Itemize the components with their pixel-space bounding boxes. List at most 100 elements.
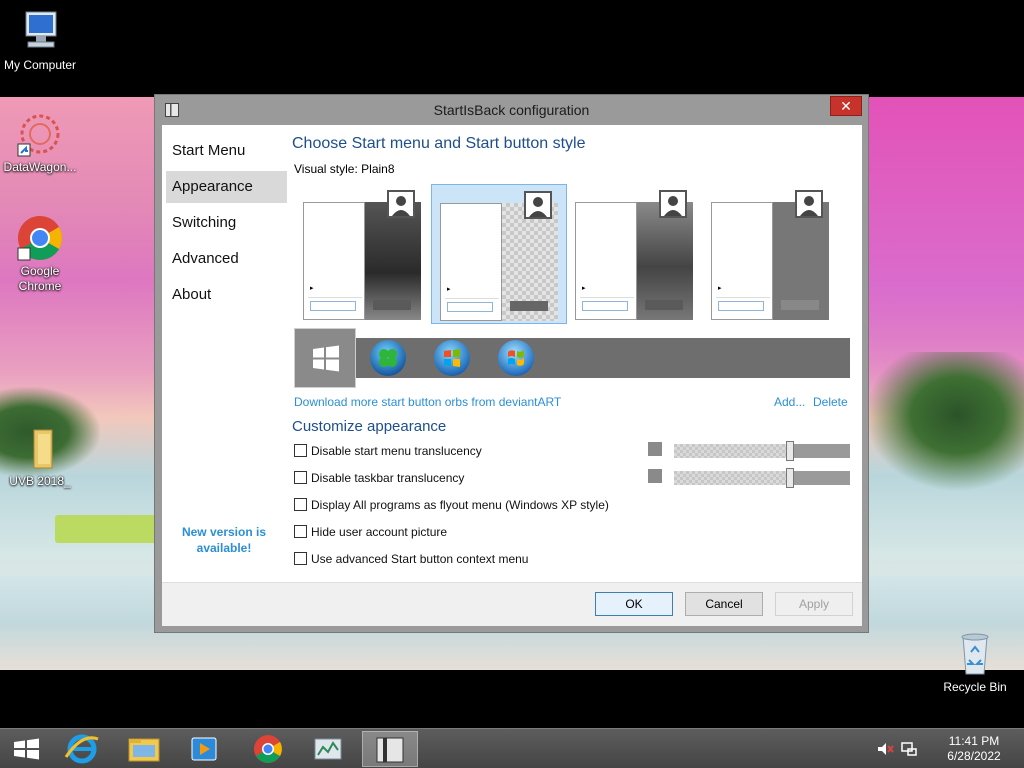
datawagon-icon: [16, 110, 64, 158]
startisback-config-window: StartIsBack configuration ✕ Start Menu A…: [154, 94, 869, 633]
startisback-icon: [376, 737, 404, 763]
desktop-icon-label: My Computer: [3, 58, 77, 72]
chrome-icon: [254, 735, 282, 763]
taskbar-media-player[interactable]: [176, 731, 232, 767]
cancel-button[interactable]: Cancel: [685, 592, 763, 616]
add-orb-link[interactable]: Add...: [774, 395, 805, 409]
taskbar-task-manager[interactable]: [300, 731, 356, 767]
nav-item-about[interactable]: About: [166, 279, 287, 311]
download-orbs-link[interactable]: Download more start button orbs from dev…: [294, 395, 561, 409]
taskbar-startisback-config[interactable]: [362, 731, 418, 767]
ok-button[interactable]: OK: [595, 592, 673, 616]
system-tray: 11:41 PM 6/28/2022: [878, 729, 1024, 768]
option-label: Hide user account picture: [311, 525, 448, 539]
volume-muted-icon[interactable]: [876, 740, 894, 758]
clock-time: 11:41 PM: [948, 734, 1000, 748]
taskbar-file-explorer[interactable]: [116, 731, 172, 767]
windows-logo-icon: [313, 345, 339, 372]
taskbar-translucency-slider[interactable]: [648, 468, 850, 488]
checkbox[interactable]: [294, 444, 307, 457]
dialog-client: Start Menu Appearance Switching Advanced…: [162, 125, 862, 626]
option-hide-user-picture[interactable]: Hide user account picture: [294, 525, 447, 539]
desktop-icon-uvb-folder[interactable]: UVB 2018_: [0, 424, 80, 489]
apply-button[interactable]: Apply: [775, 592, 853, 616]
user-avatar-icon: [387, 190, 415, 218]
option-disable-taskbar-translucency[interactable]: Disable taskbar translucency: [294, 471, 464, 485]
user-avatar-icon: [524, 191, 552, 219]
task-manager-icon: [314, 738, 342, 760]
user-avatar-icon: [659, 190, 687, 218]
checkbox[interactable]: [294, 525, 307, 538]
style-thumbnail[interactable]: ▸: [703, 184, 839, 324]
option-disable-start-menu-translucency[interactable]: Disable start menu translucency: [294, 444, 482, 458]
style-thumbnail[interactable]: ▸: [567, 184, 703, 324]
close-button[interactable]: ✕: [830, 96, 862, 116]
style-thumbnail-selected[interactable]: ▸: [431, 184, 567, 324]
orb-windows7[interactable]: [434, 340, 470, 376]
folder-icon: [16, 424, 64, 472]
option-all-programs-flyout[interactable]: Display All programs as flyout menu (Win…: [294, 498, 609, 512]
desktop-icon-chrome[interactable]: Google Chrome: [0, 214, 80, 294]
windows-flag-icon: [508, 350, 524, 366]
checkbox[interactable]: [294, 498, 307, 511]
option-label: Disable start menu translucency: [311, 444, 482, 458]
customize-heading: Customize appearance: [292, 418, 447, 435]
nav-item-appearance[interactable]: Appearance: [166, 171, 287, 203]
option-label: Use advanced Start button context menu: [311, 552, 529, 566]
desktop-icon-label: UVB 2018_: [9, 474, 71, 488]
media-player-icon: [191, 737, 217, 761]
new-version-link[interactable]: New version is available!: [172, 524, 276, 556]
nav-item-start-menu[interactable]: Start Menu: [166, 135, 287, 167]
nav-item-advanced[interactable]: Advanced: [166, 243, 287, 275]
recycle-bin-icon: [951, 630, 999, 678]
internet-explorer-icon: [64, 734, 99, 764]
clock[interactable]: 11:41 PM 6/28/2022: [942, 734, 1006, 764]
taskbar-internet-explorer[interactable]: [54, 731, 110, 767]
chrome-icon: [16, 214, 64, 262]
dialog-footer: OK Cancel Apply: [162, 582, 862, 626]
checkbox[interactable]: [294, 471, 307, 484]
start-menu-translucency-slider[interactable]: [648, 441, 850, 461]
orb-clover[interactable]: [370, 340, 406, 376]
user-avatar-icon: [795, 190, 823, 218]
clover-icon: [379, 349, 397, 367]
desktop: My Computer DataWagon... Google Chrome U…: [0, 0, 1024, 728]
desktop-icon-label: Google Chrome: [18, 264, 62, 293]
windows-logo-icon: [14, 738, 39, 760]
window-title: StartIsBack configuration: [433, 102, 590, 118]
windows-flag-icon: [444, 349, 460, 367]
taskbar: 11:41 PM 6/28/2022: [0, 728, 1024, 768]
visual-style-label: Visual style:: [294, 162, 358, 176]
checkbox[interactable]: [294, 552, 307, 565]
slider-thumb[interactable]: [786, 468, 794, 488]
option-label: Display All programs as flyout menu (Win…: [311, 498, 609, 512]
option-label: Disable taskbar translucency: [311, 471, 465, 485]
desktop-icon-datawagon[interactable]: DataWagon...: [0, 110, 80, 175]
side-nav: Start Menu Appearance Switching Advanced…: [162, 125, 287, 581]
title-bar[interactable]: StartIsBack configuration ✕: [155, 95, 868, 125]
desktop-icon-recycle-bin[interactable]: Recycle Bin: [935, 630, 1015, 695]
network-icon[interactable]: [900, 740, 918, 758]
style-thumbnail[interactable]: ▸: [295, 184, 431, 324]
orb-windows7-glass[interactable]: [498, 340, 534, 376]
option-advanced-context-menu[interactable]: Use advanced Start button context menu: [294, 552, 528, 566]
computer-icon: [16, 8, 64, 56]
desktop-icon-my-computer[interactable]: My Computer: [0, 8, 80, 73]
color-swatch[interactable]: [648, 442, 662, 456]
slider-thumb[interactable]: [786, 441, 794, 461]
start-button[interactable]: [0, 731, 56, 767]
taskbar-chrome[interactable]: [240, 731, 296, 767]
nav-item-switching[interactable]: Switching: [166, 207, 287, 239]
appearance-panel: Choose Start menu and Start button style…: [292, 125, 858, 581]
orb-windows8[interactable]: [294, 328, 356, 388]
clock-date: 6/28/2022: [947, 749, 1001, 763]
start-orb-strip: [294, 328, 850, 388]
visual-style-line: Visual style: Plain8: [294, 162, 395, 176]
section-heading: Choose Start menu and Start button style: [292, 135, 586, 152]
desktop-icon-label: DataWagon...: [3, 160, 77, 174]
visual-style-value: Plain8: [361, 162, 395, 176]
color-swatch[interactable]: [648, 469, 662, 483]
delete-orb-link[interactable]: Delete: [813, 395, 848, 409]
desktop-icon-label: Recycle Bin: [943, 680, 1007, 694]
folder-icon: [128, 738, 160, 762]
